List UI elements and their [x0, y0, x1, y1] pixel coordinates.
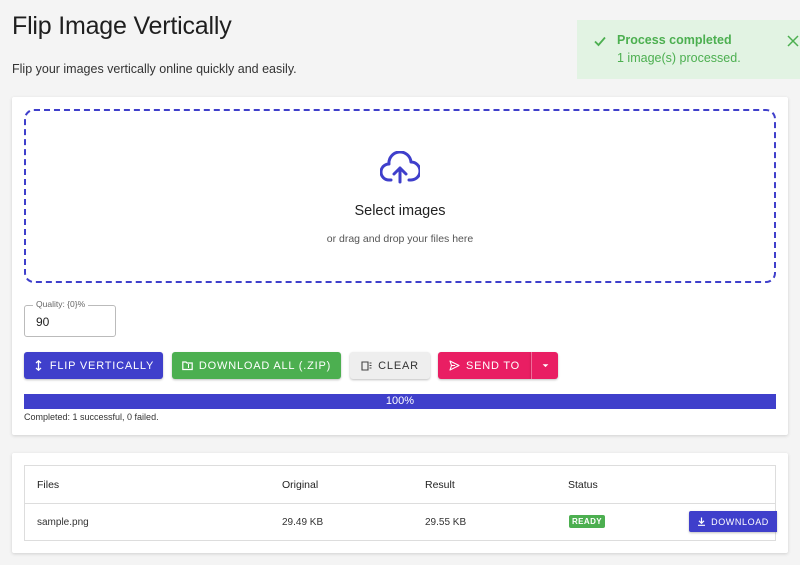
check-icon — [594, 36, 606, 47]
download-all-label: DOWNLOAD ALL (.ZIP) — [198, 359, 332, 372]
cloud-upload-icon — [380, 151, 420, 184]
close-icon[interactable] — [786, 34, 800, 48]
column-header-status: Status — [568, 479, 598, 491]
original-size: 29.49 KB — [282, 517, 324, 528]
clear-label: CLEAR — [378, 359, 419, 372]
clear-button[interactable]: CLEAR — [350, 352, 430, 379]
table-header: Files Original Result Status — [25, 466, 775, 504]
download-button[interactable]: DOWNLOAD — [689, 511, 777, 532]
send-icon — [449, 360, 460, 371]
flip-vertically-button[interactable]: FLIP VERTICALLY — [24, 352, 163, 379]
upload-card: Select images or drag and drop your file… — [12, 97, 788, 435]
toast-title: Process completed — [617, 33, 732, 47]
results-table: Files Original Result Status sample.png … — [24, 465, 777, 541]
quality-label: Quality: {0}% — [33, 299, 89, 309]
drop-hint: or drag and drop your files here — [326, 233, 474, 245]
file-name: sample.png — [37, 517, 89, 528]
clear-all-icon — [361, 361, 372, 371]
column-header-files: Files — [37, 479, 60, 491]
caret-down-icon — [542, 364, 548, 368]
flip-vertical-icon — [35, 360, 42, 371]
flip-vertically-label: FLIP VERTICALLY — [49, 359, 155, 372]
folder-zip-icon — [182, 361, 193, 371]
page-title: Flip Image Vertically — [12, 12, 232, 40]
select-images-label: Select images — [354, 203, 446, 219]
quality-input[interactable] — [36, 315, 106, 329]
results-card: Files Original Result Status sample.png … — [12, 453, 788, 553]
download-icon — [698, 517, 706, 526]
status-badge: READY — [569, 515, 606, 528]
send-to-button[interactable]: SEND TO — [438, 352, 531, 379]
file-dropzone[interactable]: Select images or drag and drop your file… — [24, 109, 776, 283]
quality-field[interactable]: Quality: {0}% — [24, 299, 116, 337]
success-toast: Process completed 1 image(s) processed. — [577, 20, 800, 79]
send-to-dropdown-button[interactable] — [531, 352, 558, 379]
send-to-label: SEND TO — [465, 359, 521, 372]
result-size: 29.55 KB — [425, 517, 467, 528]
download-label: DOWNLOAD — [711, 516, 769, 527]
toast-message: 1 image(s) processed. — [617, 51, 741, 65]
column-header-original: Original — [282, 479, 319, 491]
download-all-zip-button[interactable]: DOWNLOAD ALL (.ZIP) — [172, 352, 341, 379]
column-header-result: Result — [425, 479, 455, 491]
page-subtitle: Flip your images vertically online quick… — [12, 62, 297, 76]
progress-bar: 100% — [24, 394, 776, 409]
progress-summary: Completed: 1 successful, 0 failed. — [24, 412, 159, 422]
progress-percent: 100% — [385, 395, 415, 407]
